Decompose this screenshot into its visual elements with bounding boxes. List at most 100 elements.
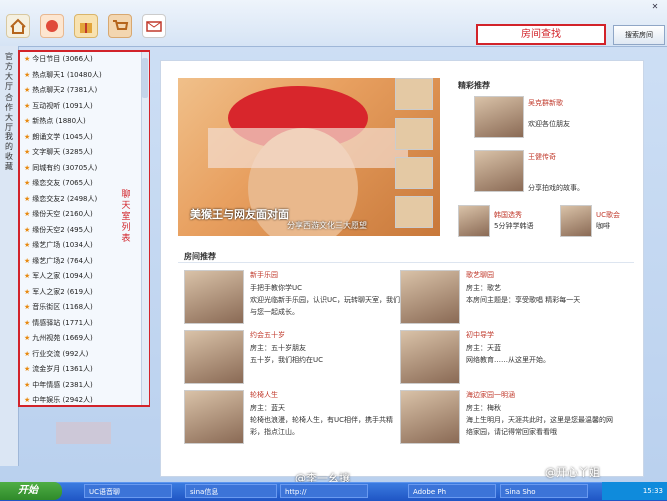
room-list-item[interactable]: ★ 中年娱乐 (2942人)	[20, 393, 148, 405]
room-list-item[interactable]: ★ 同城有约 (30705人)	[20, 161, 148, 177]
taskbar-task-button[interactable]: http://	[280, 484, 368, 498]
star-icon: ★	[24, 210, 31, 218]
ad-banner[interactable]	[56, 422, 111, 444]
star-icon: ★	[24, 256, 31, 265]
room-card-name[interactable]: 新手乐园	[250, 270, 278, 280]
room-card-photo[interactable]	[184, 330, 244, 384]
taskbar-task-button[interactable]: Adobe Ph	[408, 484, 496, 498]
close-icon[interactable]: ✕	[649, 2, 661, 12]
star-icon: ★	[24, 272, 31, 280]
cart-icon[interactable]	[108, 14, 132, 38]
room-list-label: 文字聊天 (3285人)	[32, 148, 93, 156]
room-list-item[interactable]: ★ 新热点 (1880人)	[20, 114, 148, 130]
room-card-owner: 房主：歌艺	[466, 284, 501, 292]
room-list-item[interactable]: ★ 军人之家2 (619人)	[20, 285, 148, 301]
star-icon: ★	[24, 70, 31, 79]
room-card-photo[interactable]	[184, 390, 244, 444]
room-list-item[interactable]: ★ 音乐街区 (1168人)	[20, 300, 148, 316]
hero-thumb[interactable]	[395, 118, 433, 150]
room-list-label: 缘份天空 (2160人)	[32, 210, 93, 218]
hero-thumb[interactable]	[395, 196, 433, 228]
room-card-name[interactable]: 初中导学	[466, 330, 494, 340]
tab-official-hall[interactable]: 官方大厅	[2, 52, 16, 92]
room-list-item[interactable]: ★ 情感驿站 (1771人)	[20, 316, 148, 332]
hero-title: 美猴王与网友面对面	[190, 208, 289, 221]
system-tray-clock: 15:33	[602, 482, 667, 500]
chat-icon[interactable]	[40, 14, 64, 38]
room-list-label: 流金岁月 (1361人)	[32, 365, 93, 373]
room-card-name[interactable]: 轮椅人生	[250, 390, 278, 400]
room-card-photo[interactable]	[184, 270, 244, 324]
room-card-owner: 房主：梅秋	[466, 404, 501, 412]
room-list-label: 缘艺广场2 (764人)	[32, 256, 93, 265]
room-card-name[interactable]: 歌艺聊园	[466, 270, 494, 280]
room-list-item[interactable]: ★ 中年情感 (2381人)	[20, 378, 148, 394]
room-list-item[interactable]: ★ 九州视苑 (1669人)	[20, 331, 148, 347]
star-icon: ★	[24, 55, 31, 63]
room-search-input[interactable]: 房间查找	[476, 24, 606, 45]
scroll-thumb[interactable]	[142, 58, 148, 98]
tab-my-favorites[interactable]: 我的收藏	[2, 132, 16, 172]
room-list-scrollbar[interactable]	[141, 52, 149, 405]
featured-mini-photo[interactable]	[560, 205, 592, 237]
featured-photo[interactable]	[474, 96, 524, 138]
star-icon: ★	[24, 225, 31, 234]
featured-mini-link[interactable]: UC歌会	[596, 210, 620, 220]
featured-photo[interactable]	[474, 150, 524, 192]
featured-link[interactable]: 吴克群新歌	[528, 98, 563, 108]
room-card-desc: 本房间主题是：享受歌唱 精彩每一天	[466, 296, 581, 304]
featured-link[interactable]: 王健传奇	[528, 152, 556, 162]
featured-mini-desc: 咖啡	[596, 222, 610, 230]
tab-partner-hall[interactable]: 合作大厅	[2, 93, 16, 133]
star-icon: ★	[24, 365, 31, 373]
star-icon: ★	[24, 380, 31, 389]
room-list-item[interactable]: ★ 朗诵文学 (1045人)	[20, 130, 148, 146]
mail-icon[interactable]	[142, 14, 166, 38]
star-icon: ★	[24, 101, 31, 110]
room-list-label: 缘艺广场 (1034人)	[32, 241, 93, 249]
star-icon: ★	[24, 303, 31, 311]
room-list-item[interactable]: ★ 行业交流 (992人)	[20, 347, 148, 363]
star-icon: ★	[24, 334, 31, 342]
room-list-item[interactable]: ★ 互动视听 (1091人)	[20, 99, 148, 115]
room-list-label: 军人之家2 (619人)	[32, 287, 93, 296]
star-icon: ★	[24, 396, 31, 404]
gift-icon[interactable]	[74, 14, 98, 38]
room-list-item[interactable]: ★ 缘艺广场2 (764人)	[20, 254, 148, 270]
taskbar-task-button[interactable]: Sina Sho	[500, 484, 588, 498]
start-button[interactable]: 开始	[0, 482, 62, 500]
room-list-item[interactable]: ★ 军人之家 (1094人)	[20, 269, 148, 285]
featured-section-title: 精彩推荐	[458, 81, 490, 90]
room-recommend-title: 房间推荐	[184, 252, 216, 261]
room-list-item[interactable]: ★ 今日节目 (3066人)	[20, 52, 148, 68]
taskbar-task-button[interactable]: sina信息	[185, 484, 277, 498]
star-icon: ★	[24, 287, 31, 296]
hero-subtitle: 分享西游文化三大愿望	[287, 221, 367, 230]
room-card-name[interactable]: 约会五十岁	[250, 330, 285, 340]
home-icon[interactable]	[6, 14, 30, 38]
featured-mini-link[interactable]: 韩国选秀	[494, 210, 522, 220]
room-card-photo[interactable]	[400, 330, 460, 384]
star-icon: ★	[24, 148, 31, 156]
taskbar-task-button[interactable]: UC语音聊	[84, 484, 172, 498]
room-list-item[interactable]: ★ 流金岁月 (1361人)	[20, 362, 148, 378]
room-list-label: 缘份天空2 (495人)	[32, 225, 93, 234]
featured-mini-photo[interactable]	[458, 205, 490, 237]
room-list-item[interactable]: ★ 文字聊天 (3285人)	[20, 145, 148, 161]
room-list-label: 今日节目 (3066人)	[32, 55, 93, 63]
room-list-item[interactable]: ★ 热点聊天1 (10480人)	[20, 68, 148, 84]
hero-thumb[interactable]	[395, 157, 433, 189]
hero-thumb[interactable]	[395, 78, 433, 110]
room-list-label: 中年娱乐 (2942人)	[32, 396, 93, 404]
star-icon: ★	[24, 86, 31, 94]
search-room-button[interactable]: 搜索房间	[613, 25, 665, 45]
room-card-desc: 欢迎光临新手乐园，认识UC，玩转聊天室，我们与您一起成长。	[250, 296, 401, 316]
section-divider	[178, 262, 634, 263]
room-list-label: 同城有约 (30705人)	[32, 163, 98, 172]
star-icon: ★	[24, 179, 31, 187]
room-card-photo[interactable]	[400, 270, 460, 324]
room-list-label: 中年情感 (2381人)	[32, 380, 93, 389]
room-card-photo[interactable]	[400, 390, 460, 444]
room-list-item[interactable]: ★ 热点聊天2 (7381人)	[20, 83, 148, 99]
room-card-name[interactable]: 海边家园一明涵	[466, 390, 515, 400]
